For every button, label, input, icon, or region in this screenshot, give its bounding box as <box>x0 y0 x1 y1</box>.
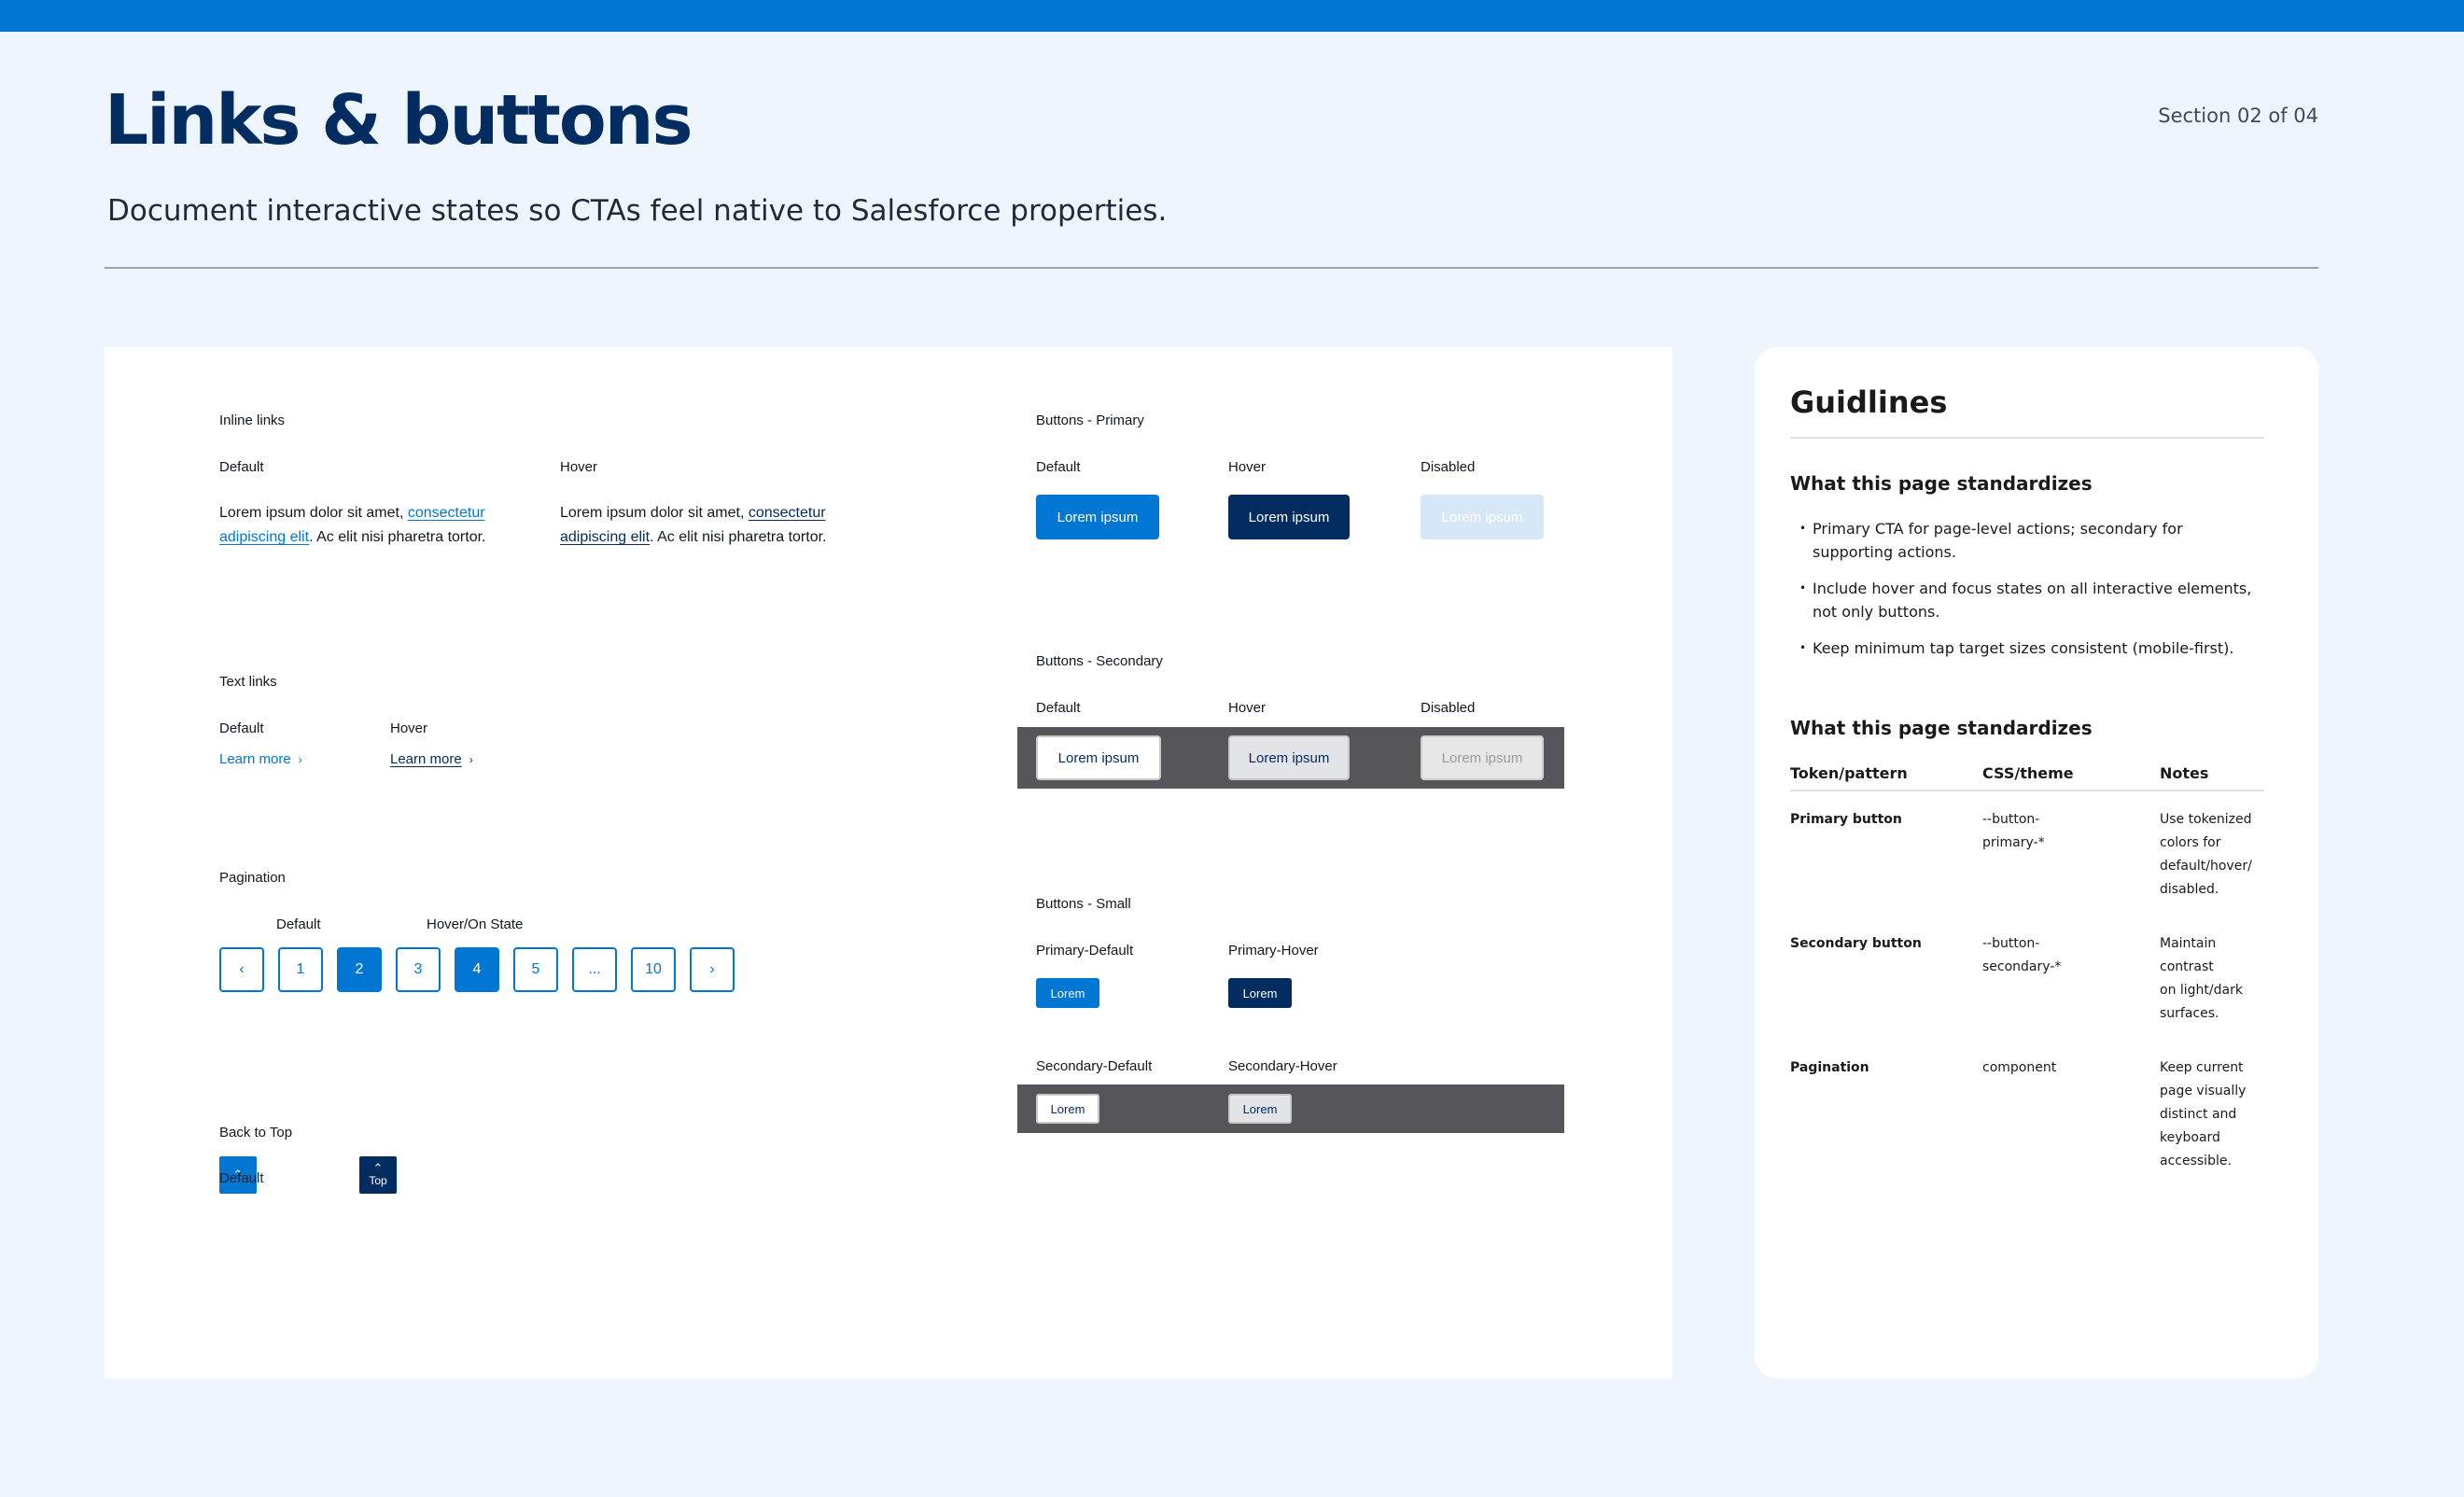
pagination-hover-label: Hover/On State <box>427 916 524 932</box>
table-header-css: CSS/theme <box>1982 764 2074 782</box>
primary-button-default[interactable]: Lorem ipsum <box>1036 495 1159 539</box>
guideline-bullet: Keep minimum tap target sizes consistent… <box>1799 637 2257 660</box>
learn-more-link-hover[interactable]: Learn more › <box>390 751 473 767</box>
secondary-button-default[interactable]: Lorem ipsum <box>1036 735 1161 780</box>
table-header-token: Token/pattern <box>1790 764 1908 782</box>
header-divider <box>105 267 2318 269</box>
text-links-heading: Text links <box>219 674 277 690</box>
secondary-button-disabled: Lorem ipsum <box>1421 735 1544 780</box>
pagination-next-button[interactable]: › <box>690 947 735 992</box>
page-subtitle: Document interactive states so CTAs feel… <box>107 194 1168 228</box>
pagination-page-button[interactable]: 5 <box>513 947 558 992</box>
primary-button-disabled: Lorem ipsum <box>1421 495 1544 539</box>
pagination-ellipsis: ... <box>572 947 617 992</box>
paragraph-text: Lorem ipsum dolor sit amet, <box>219 505 408 521</box>
secondary-disabled-label: Disabled <box>1421 700 1476 716</box>
chevron-right-icon: › <box>298 753 302 766</box>
small-primary-hover-label: Primary-Hover <box>1228 943 1319 958</box>
table-header-divider <box>1790 790 2264 791</box>
guidelines-title: Guidlines <box>1790 385 1948 420</box>
inline-links-default-label: Default <box>219 459 264 475</box>
table-header-notes: Notes <box>2160 764 2209 782</box>
table-cell-notes: Use tokenized colors for default/hover/ … <box>2160 812 2252 897</box>
paragraph-text: . Ac elit nisi pharetra tortor. <box>650 529 827 545</box>
primary-default-label: Default <box>1036 459 1081 475</box>
chevron-left-icon: ‹ <box>239 961 245 977</box>
small-secondary-hover-label: Secondary-Hover <box>1228 1058 1337 1074</box>
primary-button-hover[interactable]: Lorem ipsum <box>1228 495 1350 539</box>
inline-link-default-paragraph: Lorem ipsum dolor sit amet, consectetur … <box>219 501 518 550</box>
guidelines-bullet-list: Primary CTA for page-level actions; seco… <box>1799 517 2257 673</box>
learn-more-label: Learn more <box>219 751 291 767</box>
table-cell-css: --button- secondary-* <box>1982 936 2062 974</box>
small-primary-button-hover[interactable]: Lorem <box>1228 978 1292 1008</box>
page-title: Links & buttons <box>105 80 693 161</box>
table-cell-css: --button- primary-* <box>1982 812 2045 850</box>
guidelines-panel: Guidlines What this page standardizes Pr… <box>1755 347 2318 1378</box>
buttons-small-heading: Buttons - Small <box>1036 896 1131 912</box>
paragraph-text: Lorem ipsum dolor sit amet, <box>560 505 749 521</box>
pagination-page-button[interactable]: 3 <box>396 947 441 992</box>
back-to-top-text: Top <box>369 1174 387 1187</box>
primary-disabled-label: Disabled <box>1421 459 1476 475</box>
table-cell-notes: Maintain contrast on light/dark surfaces… <box>2160 936 2243 1021</box>
pagination-default-label: Default <box>276 916 321 932</box>
secondary-button-hover[interactable]: Lorem ipsum <box>1228 735 1350 780</box>
pagination-page-button[interactable]: 1 <box>278 947 323 992</box>
small-secondary-default-label: Secondary-Default <box>1036 1058 1153 1074</box>
table-cell-notes: Keep current page visually distinct and … <box>2160 1060 2247 1168</box>
table-cell-token: Primary button <box>1790 812 1902 827</box>
text-links-default-label: Default <box>219 721 264 736</box>
small-primary-button-default[interactable]: Lorem <box>1036 978 1099 1008</box>
chevron-right-icon: › <box>709 961 715 977</box>
table-cell-css: component <box>1982 1060 2057 1075</box>
guidelines-section-heading: What this page standardizes <box>1790 472 2093 495</box>
pagination-page-button[interactable]: 10 <box>631 947 676 992</box>
section-counter: Section 02 of 04 <box>2158 105 2318 127</box>
guideline-bullet: Primary CTA for page-level actions; seco… <box>1799 517 2257 564</box>
back-to-top-button-hover[interactable]: ⌃ Top <box>359 1156 397 1194</box>
top-accent-bar <box>0 0 2464 32</box>
secondary-default-label: Default <box>1036 700 1081 716</box>
inline-links-heading: Inline links <box>219 413 286 428</box>
pagination-page-button-active[interactable]: 4 <box>455 947 499 992</box>
small-primary-default-label: Primary-Default <box>1036 943 1134 958</box>
specimen-card: Inline links Default Hover Lorem ipsum d… <box>105 347 1673 1378</box>
guideline-bullet: Include hover and focus states on all in… <box>1799 577 2257 623</box>
guidelines-table-heading: What this page standardizes <box>1790 717 2093 739</box>
primary-hover-label: Hover <box>1228 459 1267 475</box>
pagination-prev-button[interactable]: ‹ <box>219 947 264 992</box>
paragraph-text: . Ac elit nisi pharetra tortor. <box>309 529 486 545</box>
pagination-page-button-active[interactable]: 2 <box>337 947 382 992</box>
secondary-hover-label: Hover <box>1228 700 1267 716</box>
buttons-secondary-heading: Buttons - Secondary <box>1036 653 1163 669</box>
text-links-hover-label: Hover <box>390 721 428 736</box>
caret-up-icon: ⌃ <box>372 1161 384 1175</box>
learn-more-link-default[interactable]: Learn more › <box>219 751 302 767</box>
back-to-top-heading: Back to Top <box>219 1125 293 1140</box>
inline-link-hover-paragraph: Lorem ipsum dolor sit amet, consectetur … <box>560 501 859 550</box>
table-cell-token: Pagination <box>1790 1060 1869 1075</box>
guidelines-divider <box>1790 437 2264 439</box>
learn-more-label: Learn more <box>390 751 462 767</box>
pagination-heading: Pagination <box>219 870 286 886</box>
buttons-primary-heading: Buttons - Primary <box>1036 413 1144 428</box>
inline-links-hover-label: Hover <box>560 459 598 475</box>
small-secondary-button-default[interactable]: Lorem <box>1036 1094 1099 1124</box>
table-cell-token: Secondary button <box>1790 936 1922 951</box>
small-secondary-button-hover[interactable]: Lorem <box>1228 1094 1292 1124</box>
back-to-top-default-label: Default <box>219 1170 264 1186</box>
chevron-right-icon: › <box>469 753 473 766</box>
